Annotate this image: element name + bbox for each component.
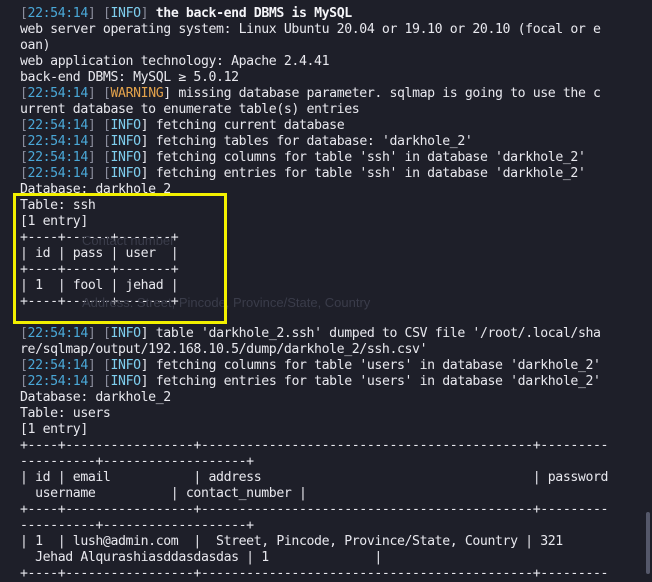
line-segment: INFO [110,150,142,165]
line-segment: urrent database to enumerate table(s) en… [20,102,360,117]
line-segment: 22:54:14 [27,150,89,165]
line-segment: ] [ [87,150,111,165]
line-segment: [ [20,358,28,373]
terminal-line: [22:54:14] [INFO] fetching entries for t… [20,374,601,390]
line-segment: [1 entry] [20,422,88,437]
line-segment: [ [20,134,28,149]
line-segment: ] fetching columns for table 'users' in … [140,358,601,373]
line-segment: ] fetching tables for database: 'darkhol… [140,134,473,149]
line-segment: Database: darkhole_2 [20,390,171,405]
line-segment: ] [ [87,86,111,101]
line-segment: the back-end DBMS is MySQL [155,6,352,21]
terminal-line: [22:54:14] [INFO] fetching columns for t… [20,358,601,374]
line-segment: [ [20,118,28,133]
terminal-line: | 1 | lush@admin.com | Street, Pincode, … [20,534,563,550]
line-segment: Table: users [20,406,111,421]
line-segment: INFO [110,326,142,341]
line-segment: [ [20,86,28,101]
terminal-line: Jehad Alqurashiasddasdasdas | 1 | [20,550,382,566]
line-segment: web server operating system: Linux Ubunt… [20,22,601,37]
line-segment: re/sqlmap/output/192.168.10.5/dump/darkh… [20,342,428,357]
terminal-line: +----+-----------------+----------------… [20,438,608,454]
terminal-line: Table: users [20,406,111,422]
terminal-line: ----------+-------------------+ [20,454,254,470]
line-segment: oan) [20,38,51,53]
terminal-line: [22:54:14] [WARNING] missing database pa… [20,86,601,102]
line-segment: 22:54:14 [27,6,89,21]
line-segment: | 1 | lush@admin.com | Street, Pincode, … [20,534,563,549]
terminal-line: [22:54:14] [INFO] fetching tables for da… [20,134,473,150]
terminal-line: oan) [20,38,51,54]
line-segment: ] [ [87,374,111,389]
line-segment: ] [ [87,358,111,373]
terminal-line: Database: darkhole_2 [20,390,171,406]
line-segment: username | contact_number | [20,486,307,501]
line-segment: ] fetching current database [140,118,345,133]
line-segment: ] missing database parameter. sqlmap is … [163,86,601,101]
terminal-line: ----------+-------------------+ [20,518,254,534]
line-segment: ] [ [87,134,111,149]
terminal-line: | id | email | address | password [20,470,608,486]
line-segment: INFO [110,134,142,149]
line-segment: INFO [110,6,142,21]
terminal-line: [22:54:14] [INFO] table 'darkhole_2.ssh'… [20,326,601,342]
line-segment: ] [140,6,156,21]
terminal-line: web application technology: Apache 2.4.4… [20,54,330,70]
line-segment: ] fetching columns for table 'ssh' in da… [140,150,586,165]
line-segment: ] fetching entries for table 'users' in … [140,374,601,389]
line-segment: ] table 'darkhole_2.ssh' dumped to CSV f… [140,326,601,341]
line-segment: 22:54:14 [27,86,89,101]
line-segment: ----------+-------------------+ [20,454,254,469]
terminal-line: +----+-----------------+----------------… [20,502,608,518]
line-segment: +----+-----------------+----------------… [20,502,609,517]
line-segment: INFO [110,166,142,181]
line-segment: +----+-----------------+----------------… [20,566,609,581]
line-segment: [ [20,150,28,165]
line-segment: web application technology: Apache 2.4.4… [20,54,330,69]
line-segment: 22:54:14 [27,326,89,341]
line-segment: [ [20,326,28,341]
terminal-line: [22:54:14] [INFO] fetching current datab… [20,118,345,134]
terminal-line: +----+-----------------+----------------… [20,566,608,582]
terminal-line: web server operating system: Linux Ubunt… [20,22,601,38]
line-segment: +----+-----------------+----------------… [20,438,609,453]
terminal-line: [22:54:14] [INFO] fetching columns for t… [20,150,586,166]
terminal-line: [1 entry] [20,422,88,438]
line-segment: back-end DBMS: MySQL ≥ 5.0.12 [20,70,239,85]
line-segment: INFO [110,118,142,133]
line-segment: [ [20,374,28,389]
terminal-line: back-end DBMS: MySQL ≥ 5.0.12 [20,70,239,86]
line-segment: ----------+-------------------+ [20,518,254,533]
line-segment: 22:54:14 [27,358,89,373]
line-segment: [ [20,166,28,181]
line-segment: INFO [110,374,142,389]
line-segment: ] [ [87,166,111,181]
line-segment: ] [ [87,118,111,133]
line-segment: 22:54:14 [27,374,89,389]
line-segment: WARNING [110,86,164,101]
terminal-line: [22:54:14] [INFO] fetching entries for t… [20,166,586,182]
terminal-line: [22:54:14] [INFO] the back-end DBMS is M… [20,6,352,22]
line-segment: 22:54:14 [27,118,89,133]
line-segment: [ [20,6,28,21]
terminal-line: urrent database to enumerate table(s) en… [20,102,360,118]
terminal-line: username | contact_number | [20,486,307,502]
scrollbar-thumb[interactable] [646,512,650,574]
line-segment: 22:54:14 [27,166,89,181]
terminal-line: re/sqlmap/output/192.168.10.5/dump/darkh… [20,342,428,358]
line-segment: 22:54:14 [27,134,89,149]
line-segment: ] fetching entries for table 'ssh' in da… [140,166,586,181]
terminal-window[interactable]: [22:54:14] [INFO] the back-end DBMS is M… [0,0,652,581]
line-segment: | id | email | address | password [20,470,609,485]
line-segment: INFO [110,358,142,373]
highlight-box [13,193,227,324]
line-segment: Jehad Alqurashiasddasdasdas | 1 | [20,550,382,565]
line-segment: ] [ [87,326,111,341]
line-segment: ] [ [87,6,111,21]
